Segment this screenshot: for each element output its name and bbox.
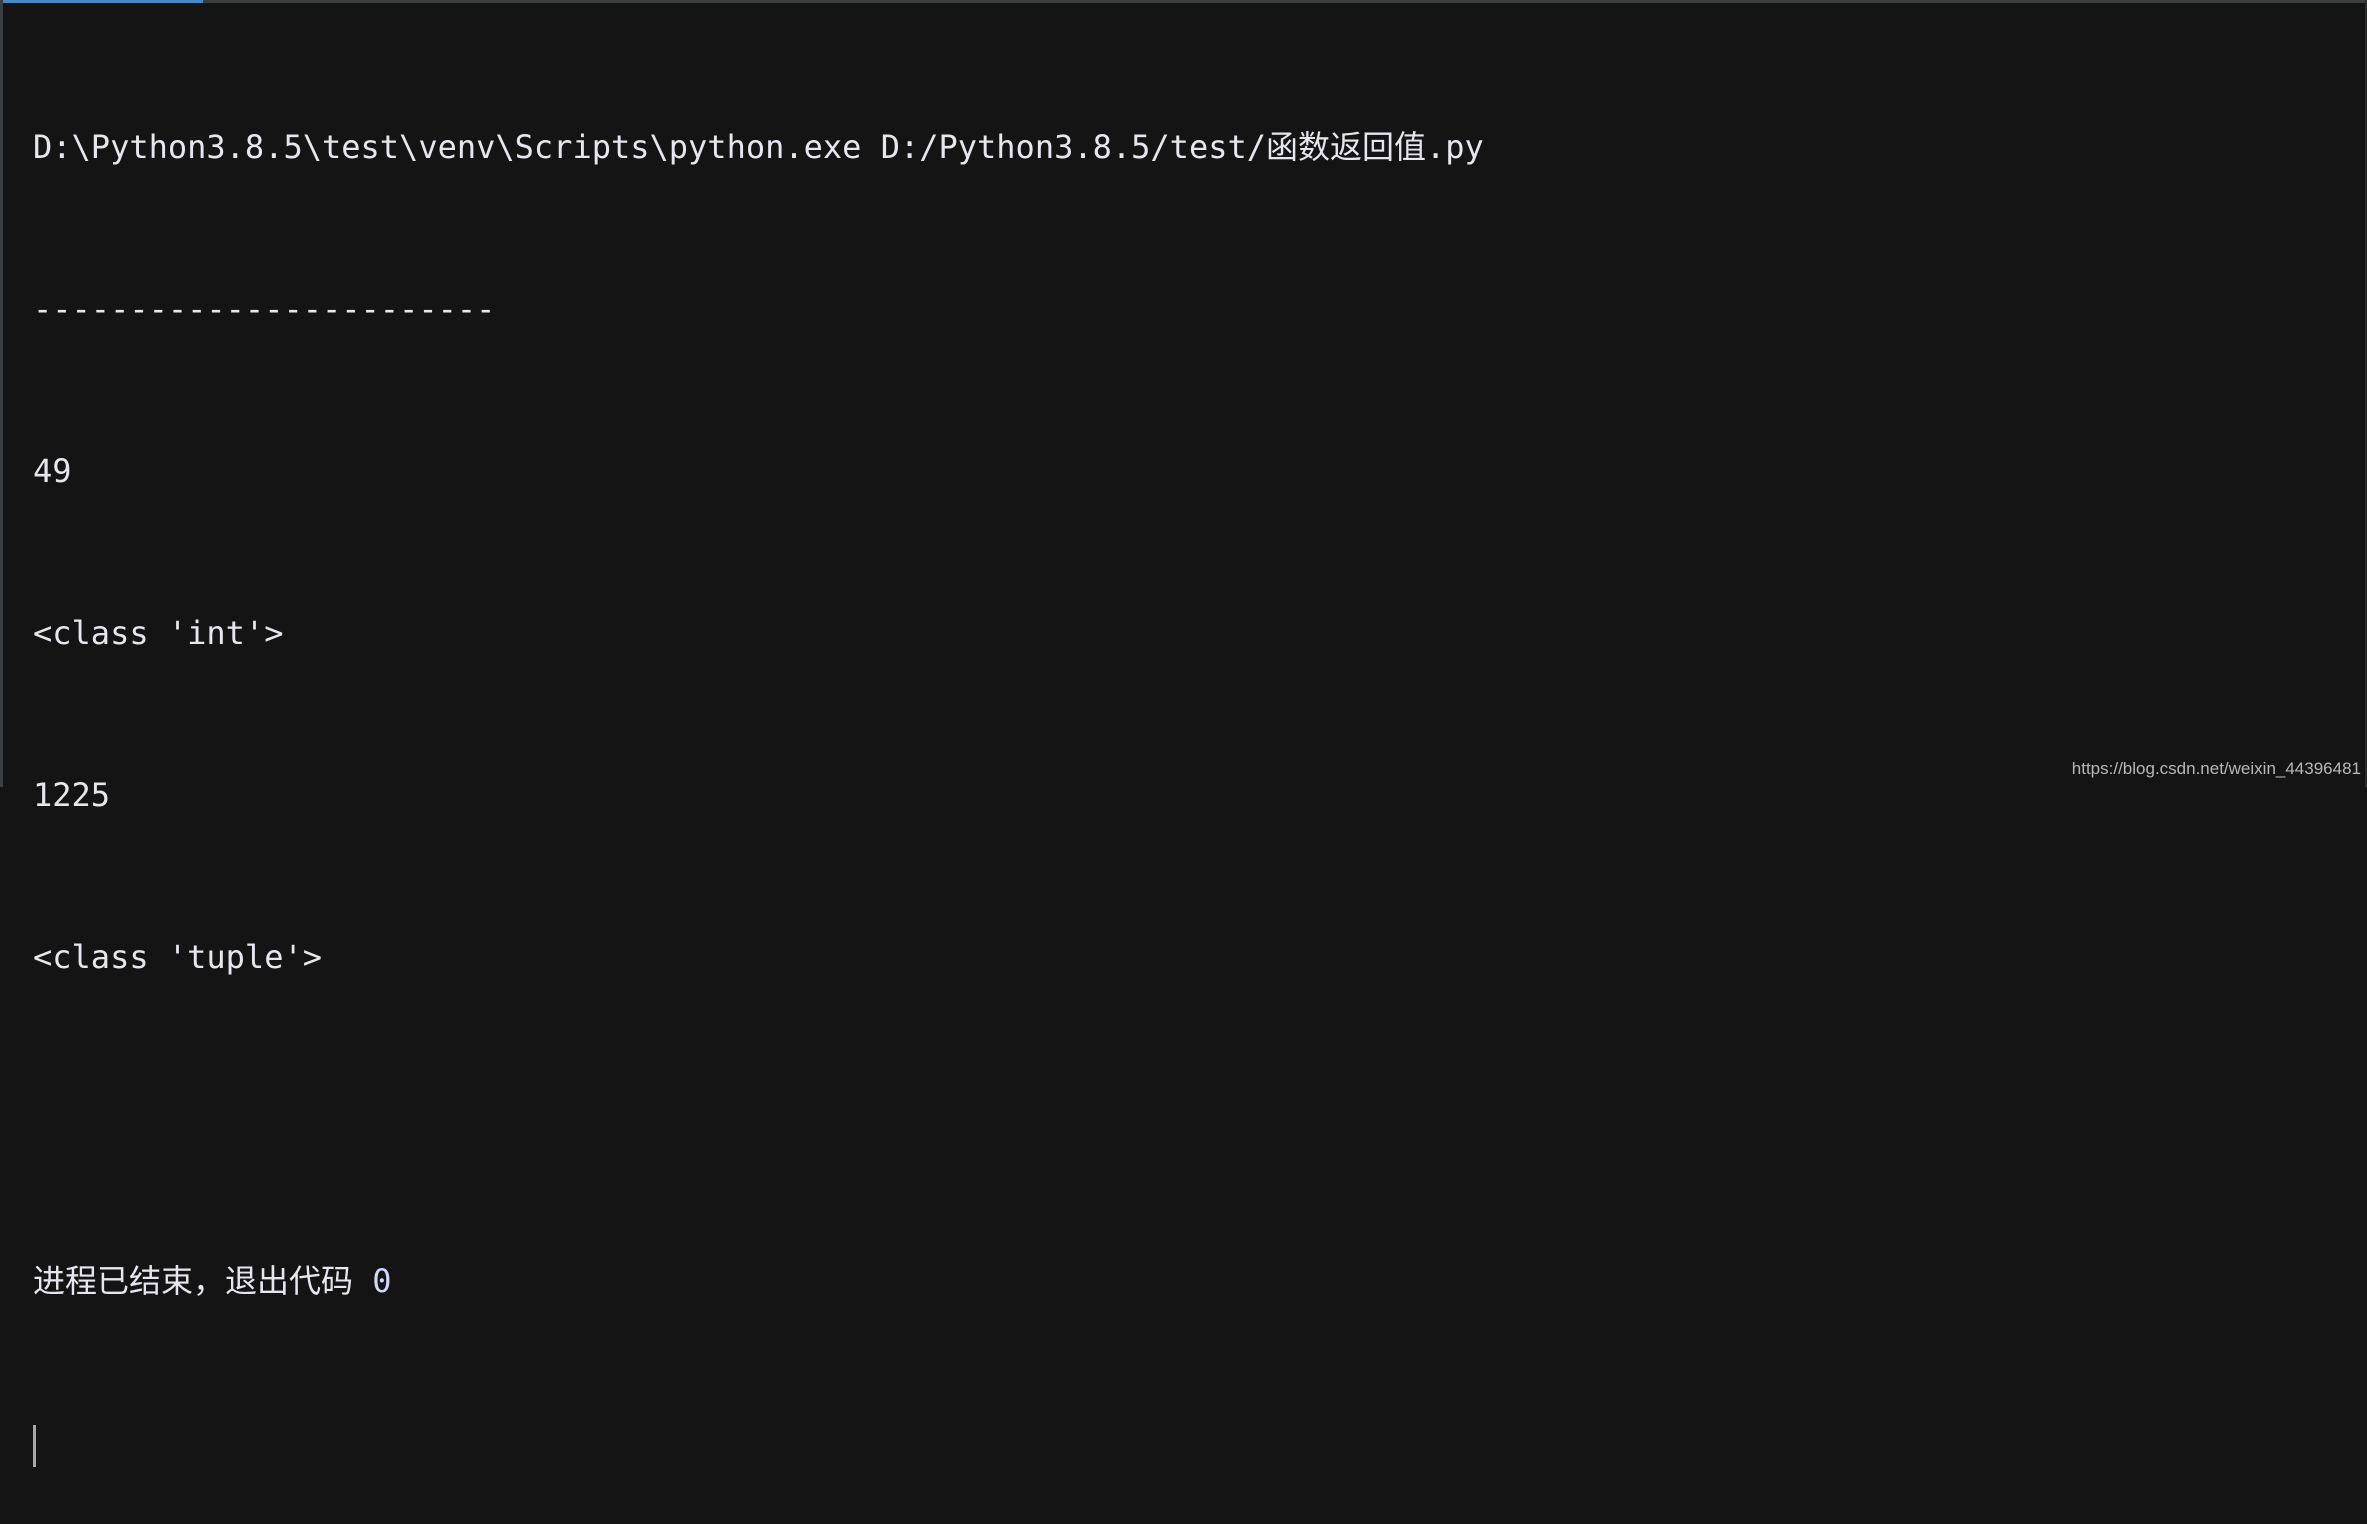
console-command-line: D:\Python3.8.5\test\venv\Scripts\python.… (33, 128, 1484, 166)
console-output-line: ------------------------ (33, 290, 496, 328)
console-input-line[interactable] (33, 1416, 2347, 1470)
window-top-border (0, 0, 2367, 3)
process-exit-message: 进程已结束，退出代码 (33, 1262, 373, 1300)
exit-code: 0 (372, 1262, 392, 1300)
process-exit-line: 进程已结束，退出代码 0 (33, 1254, 2347, 1308)
console-output-line: 49 (33, 452, 72, 490)
active-tab-indicator (0, 0, 203, 3)
run-console-output[interactable]: D:\Python3.8.5\test\venv\Scripts\python.… (33, 12, 2347, 1524)
window-left-border (0, 0, 3, 787)
console-output-line: 1225 (33, 776, 111, 814)
text-cursor (33, 1425, 36, 1467)
console-output-line: <class 'int'> (33, 614, 284, 652)
console-output-line: <class 'tuple'> (33, 938, 322, 976)
watermark-url: https://blog.csdn.net/weixin_44396481 (2071, 759, 2361, 778)
